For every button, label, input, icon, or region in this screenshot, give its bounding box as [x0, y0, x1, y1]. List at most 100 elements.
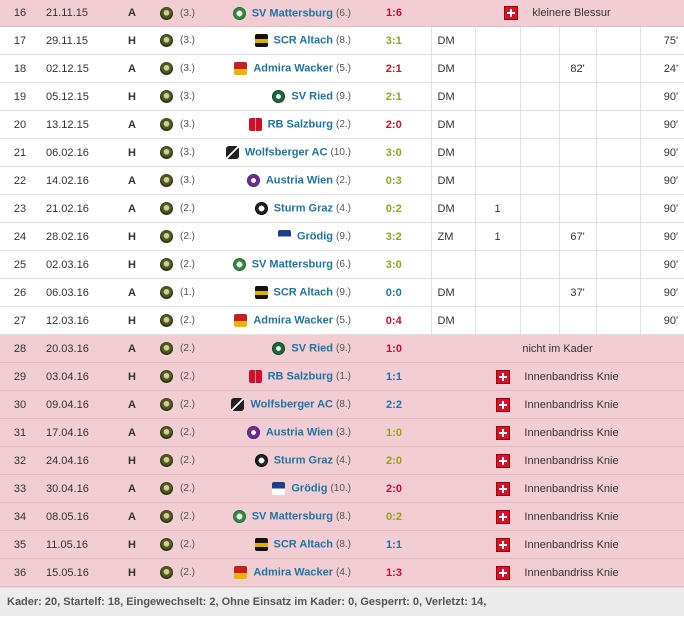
match-result-link[interactable]: 0:3: [357, 166, 431, 195]
opponent-crest-icon[interactable]: [234, 62, 248, 75]
opponent-table-rank: (5.): [336, 63, 351, 75]
opponent-name-link[interactable]: SV Mattersburg: [252, 7, 333, 19]
rapid-crest-icon: [159, 174, 173, 187]
opponent-name-link[interactable]: SCR Altach: [274, 538, 334, 550]
opponent-name-link[interactable]: Sturm Graz: [274, 202, 333, 214]
absence-reason-cell: Innenbandriss Knie: [431, 558, 684, 587]
venue-indicator: A: [110, 278, 154, 307]
match-result-link[interactable]: 1:0: [357, 418, 431, 447]
match-date: 11.05.16: [40, 530, 110, 559]
opponent-crest-icon[interactable]: [254, 286, 268, 299]
match-result-link[interactable]: 2:2: [357, 390, 431, 419]
goals: [474, 82, 520, 111]
opponent-name-link[interactable]: Grödig: [291, 482, 327, 494]
opponent-cell: SCR Altach (8.): [216, 530, 357, 559]
venue-indicator: H: [110, 250, 154, 279]
match-date: 30.04.16: [40, 474, 110, 503]
substituted-on: [558, 26, 596, 55]
match-log-table: 16 21.11.15 A (3.) SV Mattersburg (6.) 1:6 klei…: [0, 0, 684, 587]
opponent-name-link[interactable]: SV Ried: [291, 342, 333, 354]
match-result-link[interactable]: 1:0: [357, 334, 431, 363]
opponent-name-link[interactable]: Admira Wacker: [253, 62, 333, 74]
match-row: 19 05.12.15 H (3.) SV Ried (9.) 2:1 DM 90': [0, 82, 684, 111]
absence-reason-text: Innenbandriss Knie: [524, 510, 619, 523]
match-result-link[interactable]: 0:0: [357, 278, 431, 307]
opponent-crest-icon[interactable]: [254, 538, 268, 551]
opponent-name-link[interactable]: Sturm Graz: [274, 454, 333, 466]
opponent-crest-icon[interactable]: [254, 454, 268, 467]
absence-reason-cell: Innenbandriss Knie: [431, 362, 684, 391]
opponent-crest-icon[interactable]: [272, 342, 286, 355]
opponent-cell: Admira Wacker (5.): [216, 306, 357, 335]
opponent-name-link[interactable]: SV Mattersburg: [252, 258, 333, 270]
match-result-link[interactable]: 1:6: [357, 0, 431, 27]
opponent-crest-icon[interactable]: [272, 482, 286, 495]
opponent-crest-icon[interactable]: [234, 566, 248, 579]
opponent-crest-icon[interactable]: [248, 118, 262, 131]
match-row: 16 21.11.15 A (3.) SV Mattersburg (6.) 1:6 klei…: [0, 0, 684, 27]
matchday-number: 26: [0, 278, 40, 307]
opponent-crest-icon[interactable]: [225, 146, 239, 159]
injury-cross-icon: [496, 481, 511, 496]
opponent-crest-icon[interactable]: [254, 202, 268, 215]
match-date: 28.02.16: [40, 222, 110, 251]
opponent-crest-icon[interactable]: [246, 426, 260, 439]
opponent-crest-icon[interactable]: [246, 174, 260, 187]
match-result-link[interactable]: 1:1: [357, 362, 431, 391]
absence-reason-text: kleinere Blessur: [532, 7, 611, 19]
opponent-name-link[interactable]: SCR Altach: [274, 286, 334, 298]
absence-reason-text: Innenbandriss Knie: [524, 538, 619, 551]
match-result-link[interactable]: 2:0: [357, 110, 431, 139]
match-result-link[interactable]: 2:0: [357, 474, 431, 503]
match-result-link[interactable]: 3:2: [357, 222, 431, 251]
opponent-crest-icon[interactable]: [232, 258, 246, 271]
opponent-name-link[interactable]: Wolfsberger AC: [250, 398, 333, 410]
opponent-crest-icon[interactable]: [232, 510, 246, 523]
opponent-crest-icon[interactable]: [254, 34, 268, 47]
match-result-link[interactable]: 3:1: [357, 26, 431, 55]
opponent-crest-icon[interactable]: [248, 370, 262, 383]
opponent-name-link[interactable]: Austria Wien: [266, 174, 333, 186]
opponent-table-rank: (6.): [336, 259, 351, 271]
match-result-link[interactable]: 3:0: [357, 138, 431, 167]
opponent-table-rank: (4.): [336, 567, 351, 579]
opponent-crest-icon[interactable]: [232, 6, 246, 20]
opponent-name-link[interactable]: RB Salzburg: [268, 370, 333, 382]
assists: [519, 54, 559, 83]
opponent-crest-icon[interactable]: [272, 90, 286, 103]
opponent-crest-icon[interactable]: [234, 314, 248, 327]
goals: [474, 306, 520, 335]
match-date: 13.12.15: [40, 110, 110, 139]
match-result-link[interactable]: 2:1: [357, 54, 431, 83]
match-result-link[interactable]: 0:4: [357, 306, 431, 335]
opponent-name-link[interactable]: Admira Wacker: [253, 314, 333, 326]
match-result-link[interactable]: 1:1: [357, 530, 431, 559]
matchday-number: 24: [0, 222, 40, 251]
match-result-link[interactable]: 2:0: [357, 446, 431, 475]
goals: 1: [474, 194, 520, 223]
opponent-crest-icon[interactable]: [231, 398, 245, 411]
own-table-rank: (2.): [178, 362, 216, 391]
match-result-link[interactable]: 3:0: [357, 250, 431, 279]
opponent-name-link[interactable]: Grödig: [297, 230, 333, 242]
match-row: 31 17.04.16 A (2.) Austria Wien (3.) 1:0 Innenb…: [0, 418, 684, 447]
opponent-name-link[interactable]: Austria Wien: [266, 426, 333, 438]
opponent-table-rank: (9.): [336, 287, 351, 299]
match-row: 23 21.02.16 A (2.) Sturm Graz (4.) 0:2 DM 1 90': [0, 194, 684, 223]
opponent-name-link[interactable]: SV Ried: [291, 90, 333, 102]
opponent-cell: Admira Wacker (5.): [216, 54, 357, 83]
opponent-name-link[interactable]: Wolfsberger AC: [245, 146, 328, 158]
own-table-rank: (2.): [178, 558, 216, 587]
match-result-link[interactable]: 1:3: [357, 558, 431, 587]
opponent-name-link[interactable]: RB Salzburg: [268, 118, 333, 130]
opponent-table-rank: (9.): [336, 91, 351, 103]
opponent-name-link[interactable]: Admira Wacker: [253, 566, 333, 578]
match-result-link[interactable]: 0:2: [357, 502, 431, 531]
matchday-number: 34: [0, 502, 40, 531]
match-result-link[interactable]: 2:1: [357, 82, 431, 111]
absence-reason-cell: Innenbandriss Knie: [431, 502, 684, 531]
opponent-name-link[interactable]: SV Mattersburg: [252, 510, 333, 522]
opponent-name-link[interactable]: SCR Altach: [274, 34, 334, 46]
match-result-link[interactable]: 0:2: [357, 194, 431, 223]
opponent-crest-icon[interactable]: [277, 230, 291, 243]
